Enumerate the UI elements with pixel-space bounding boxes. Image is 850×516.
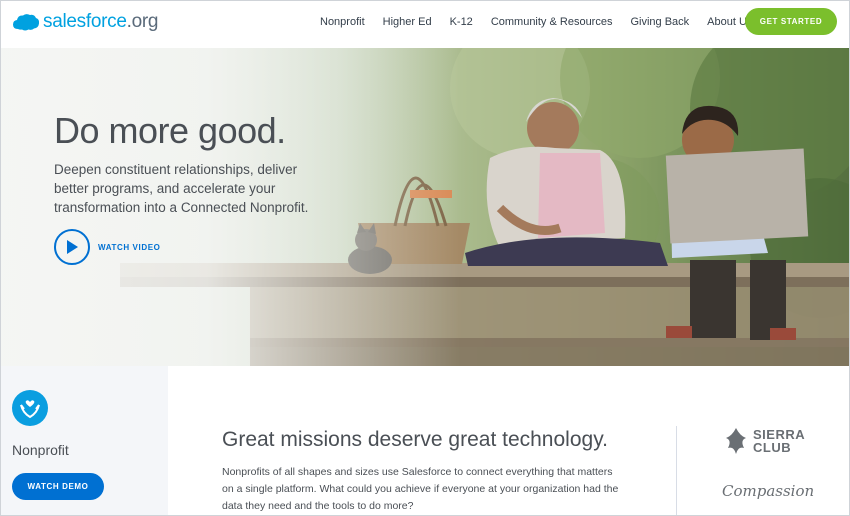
- hero-banner: Do more good. Deepen constituent relatio…: [0, 48, 850, 366]
- compassion-logo: Compassion: [722, 482, 814, 500]
- sierra-club-wordmark: SIERRA CLUB: [753, 427, 805, 455]
- section-divider: [676, 426, 677, 516]
- watch-demo-button[interactable]: WATCH DEMO: [12, 473, 104, 500]
- watch-video-label[interactable]: WATCH VIDEO: [98, 243, 160, 252]
- watch-video-link[interactable]: WATCH VIDEO: [54, 229, 160, 265]
- hands-heart-glyph: [20, 400, 40, 419]
- salesforce-cloud-icon: [13, 14, 40, 31]
- hero-title: Do more good.: [54, 110, 286, 151]
- nav-item-k12[interactable]: K-12: [450, 16, 473, 28]
- hands-heart-icon: [12, 390, 48, 426]
- section-title: Great missions deserve great technology.: [222, 428, 608, 451]
- product-sidepanel: Nonprofit WATCH DEMO: [0, 366, 168, 516]
- main-nav: Nonprofit Higher Ed K-12 Community & Res…: [320, 16, 770, 28]
- compassion-wordmark: Compassion: [722, 482, 815, 500]
- site-header: salesforce.org Nonprofit Higher Ed K-12 …: [0, 0, 850, 48]
- sierra-tree-icon: [726, 428, 746, 454]
- play-button[interactable]: [54, 229, 90, 265]
- section-body: Nonprofits of all shapes and sizes use S…: [222, 466, 619, 512]
- nav-item-nonprofit[interactable]: Nonprofit: [320, 16, 365, 28]
- logo-main: salesforce: [43, 11, 127, 32]
- nav-item-community-resources[interactable]: Community & Resources: [491, 16, 613, 28]
- get-started-button[interactable]: GET STARTED: [745, 8, 837, 35]
- logo-wordmark: salesforce.org: [43, 11, 158, 33]
- nav-item-giving-back[interactable]: Giving Back: [630, 16, 689, 28]
- salesforce-org-logo[interactable]: salesforce.org: [12, 10, 158, 34]
- sierra-club-logo: SIERRA CLUB: [722, 426, 815, 456]
- product-label: Nonprofit: [12, 442, 69, 458]
- nav-item-higher-ed[interactable]: Higher Ed: [383, 16, 432, 28]
- logo-suffix: .org: [126, 11, 159, 32]
- hero-description: Deepen constituent relationships, delive…: [54, 162, 309, 215]
- play-icon: [67, 240, 78, 254]
